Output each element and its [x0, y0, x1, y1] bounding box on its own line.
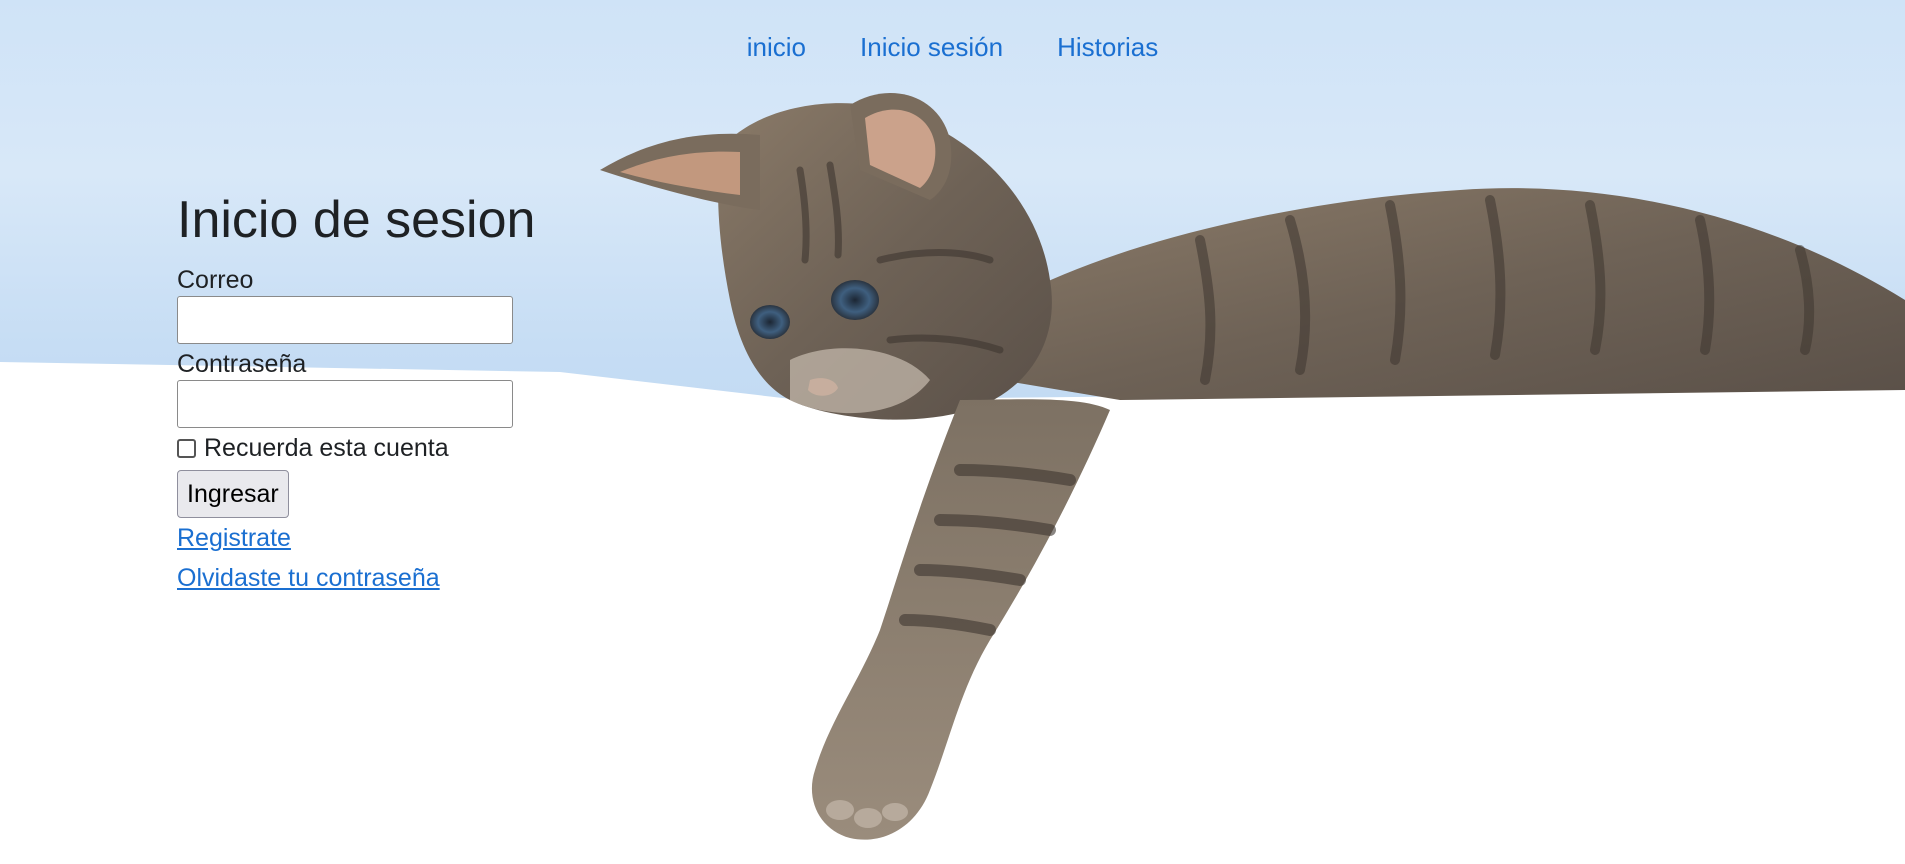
- remember-label: Recuerda esta cuenta: [204, 434, 449, 462]
- nav-link-inicio[interactable]: inicio: [720, 30, 833, 64]
- password-field[interactable]: [177, 380, 513, 428]
- password-label: Contraseña: [177, 350, 307, 378]
- top-nav: inicio Inicio sesión Historias: [0, 30, 1905, 64]
- remember-checkbox[interactable]: [177, 438, 196, 458]
- login-submit-button[interactable]: Ingresar: [177, 470, 289, 518]
- nav-link-historias[interactable]: Historias: [1030, 30, 1185, 64]
- remember-row: Recuerda esta cuenta: [177, 432, 597, 464]
- page: inicio Inicio sesión Historias Inicio de…: [0, 0, 1905, 864]
- register-link[interactable]: Registrate: [177, 518, 597, 558]
- forgot-password-link[interactable]: Olvidaste tu contraseña: [177, 558, 597, 598]
- nav-link-inicio-sesion[interactable]: Inicio sesión: [833, 30, 1030, 64]
- login-form: Inicio de sesion Correo Contraseña Recue…: [177, 188, 597, 598]
- page-title: Inicio de sesion: [177, 191, 536, 249]
- email-label: Correo: [177, 266, 254, 294]
- email-field[interactable]: [177, 296, 513, 344]
